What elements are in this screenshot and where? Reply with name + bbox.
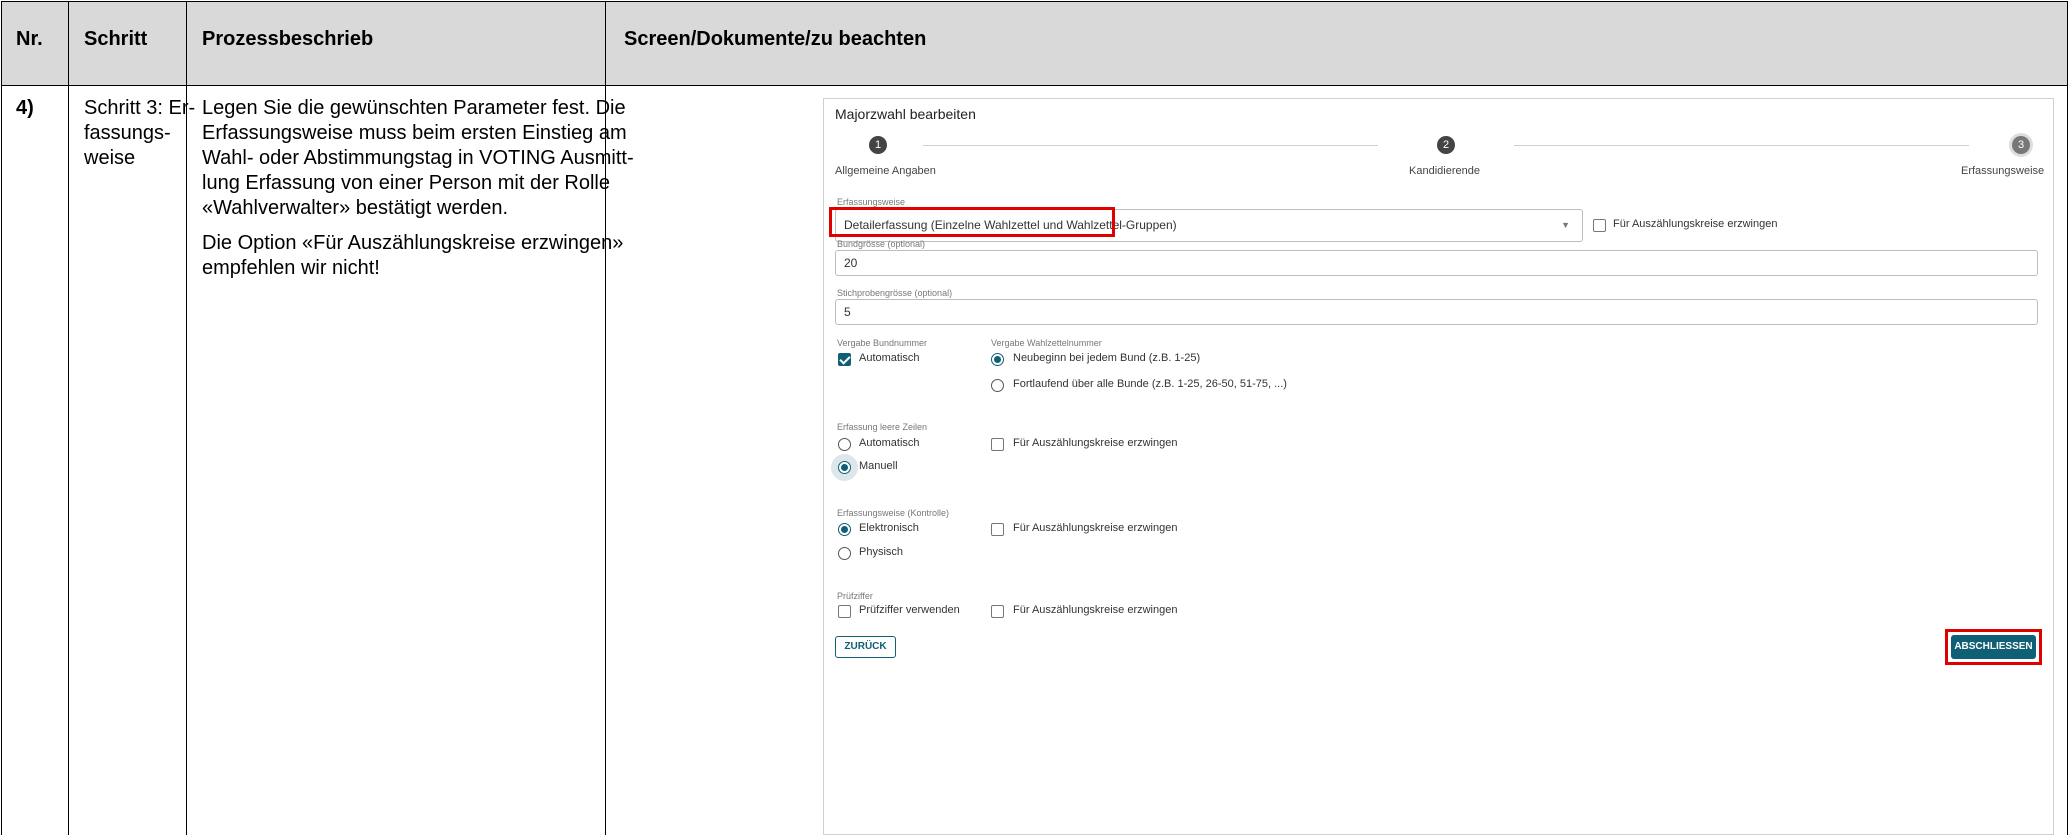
column-divider (68, 1, 69, 835)
process-line: lung Erfassung von einer Person mit der … (202, 172, 610, 194)
table-border-top (1, 1, 2068, 2)
process-line: Die Option «Für Auszählungskreise erzwin… (202, 232, 624, 254)
step-line: Schritt 3: Er- (84, 97, 196, 119)
back-button[interactable]: ZURÜCK (835, 636, 896, 658)
vergabe-wahlzettelnummer-label: Vergabe Wahlzettelnummer (991, 338, 1102, 348)
table-header-divider (1, 85, 2068, 86)
step-3-label: Erfassungsweise (1961, 165, 2045, 177)
table-border-right (2067, 1, 2068, 835)
step-2-label: Kandidierende (1409, 165, 1480, 177)
kontrolle-force-label: Für Auszählungskreise erzwingen (1013, 522, 1178, 534)
process-line: «Wahlverwalter» bestätigt werden. (202, 197, 509, 219)
process-line: empfehlen wir nicht! (202, 257, 380, 279)
leere-zeilen-radio-manuell[interactable] (838, 461, 851, 474)
process-line: Erfassungsweise muss beim ersten Einstie… (202, 122, 627, 144)
wahlzettelnummer-radio-fortlaufend[interactable] (991, 379, 1004, 392)
wahlzettelnummer-option-fortlaufend: Fortlaufend über alle Bunde (z.B. 1-25, … (1013, 378, 1287, 390)
vergabe-bundnummer-checkbox[interactable] (838, 353, 851, 366)
step-1-icon[interactable]: 1 (869, 136, 887, 154)
erfassungsweise-force-checkbox[interactable] (1593, 219, 1606, 232)
highlight-frame (1945, 629, 2042, 665)
header-prozessbeschrieb: Prozessbeschrieb (202, 28, 374, 50)
chevron-down-icon: ▼ (1561, 220, 1570, 230)
pruefziffer-force-checkbox[interactable] (991, 605, 1004, 618)
leere-zeilen-option-manuell: Manuell (859, 460, 898, 472)
kontrolle-label: Erfassungsweise (Kontrolle) (837, 508, 950, 518)
leere-zeilen-force-checkbox[interactable] (991, 438, 1004, 451)
pruefziffer-checkbox[interactable] (838, 605, 851, 618)
process-line: Legen Sie die gewünschten Parameter fest… (202, 97, 626, 119)
stichprobe-input[interactable]: 5 (835, 299, 2038, 325)
kontrolle-radio-physisch[interactable] (838, 547, 851, 560)
kontrolle-force-checkbox[interactable] (991, 523, 1004, 536)
pruefziffer-label: Prüfziffer (837, 591, 873, 601)
wahlzettelnummer-option-neubeginn: Neubeginn bei jedem Bund (z.B. 1-25) (1013, 352, 1201, 364)
row-process-description: Legen Sie die gewünschten Parameter fest… (202, 96, 634, 281)
app-screenshot: Majorzwahl bearbeiten 1 2 3 Allgemeine A… (823, 98, 2055, 835)
stichprobe-label: Stichprobengrösse (optional) (837, 288, 953, 298)
stepper-connector (923, 145, 1378, 146)
row-number: 4) (16, 97, 34, 119)
header-nr: Nr. (16, 28, 43, 50)
vergabe-bundnummer-label: Vergabe Bundnummer (837, 338, 928, 348)
kontrolle-option-elektronisch: Elektronisch (859, 522, 919, 534)
kontrolle-option-physisch: Physisch (859, 546, 904, 558)
erfassungsweise-force-label: Für Auszählungskreise erzwingen (1613, 218, 1778, 230)
highlight-frame (829, 207, 1115, 237)
step-1-label: Allgemeine Angaben (835, 165, 936, 177)
pruefziffer-option: Prüfziffer verwenden (859, 604, 960, 616)
leere-zeilen-option-automatisch: Automatisch (859, 437, 920, 449)
pruefziffer-force-label: Für Auszählungskreise erzwingen (1013, 604, 1178, 616)
table-border-left (1, 1, 2, 835)
dialog-title: Majorzwahl bearbeiten (835, 106, 976, 122)
erfassungsweise-label: Erfassungsweise (837, 197, 906, 207)
bundgroesse-label: Bundgrösse (optional) (837, 239, 926, 249)
leere-zeilen-label: Erfassung leere Zeilen (837, 422, 928, 432)
process-line: Wahl- oder Abstimmungstag in VOTING Ausm… (202, 147, 634, 169)
step-2-icon[interactable]: 2 (1437, 136, 1455, 154)
header-screen: Screen/Dokumente/zu beachten (624, 28, 927, 50)
header-schritt: Schritt (84, 28, 148, 50)
leere-zeilen-radio-automatisch[interactable] (838, 438, 851, 451)
step-3-icon[interactable]: 3 (2012, 136, 2030, 154)
kontrolle-radio-elektronisch[interactable] (838, 523, 851, 536)
vergabe-bundnummer-option: Automatisch (859, 352, 920, 364)
leere-zeilen-force-label: Für Auszählungskreise erzwingen (1013, 437, 1178, 449)
row-step: Schritt 3: Er- fassungs- weise (84, 96, 195, 171)
stepper-connector (1514, 145, 1969, 146)
bundgroesse-input[interactable]: 20 (835, 250, 2038, 276)
step-line: fassungs- (84, 122, 171, 144)
wahlzettelnummer-radio-neubeginn[interactable] (991, 353, 1004, 366)
step-line: weise (84, 147, 136, 169)
